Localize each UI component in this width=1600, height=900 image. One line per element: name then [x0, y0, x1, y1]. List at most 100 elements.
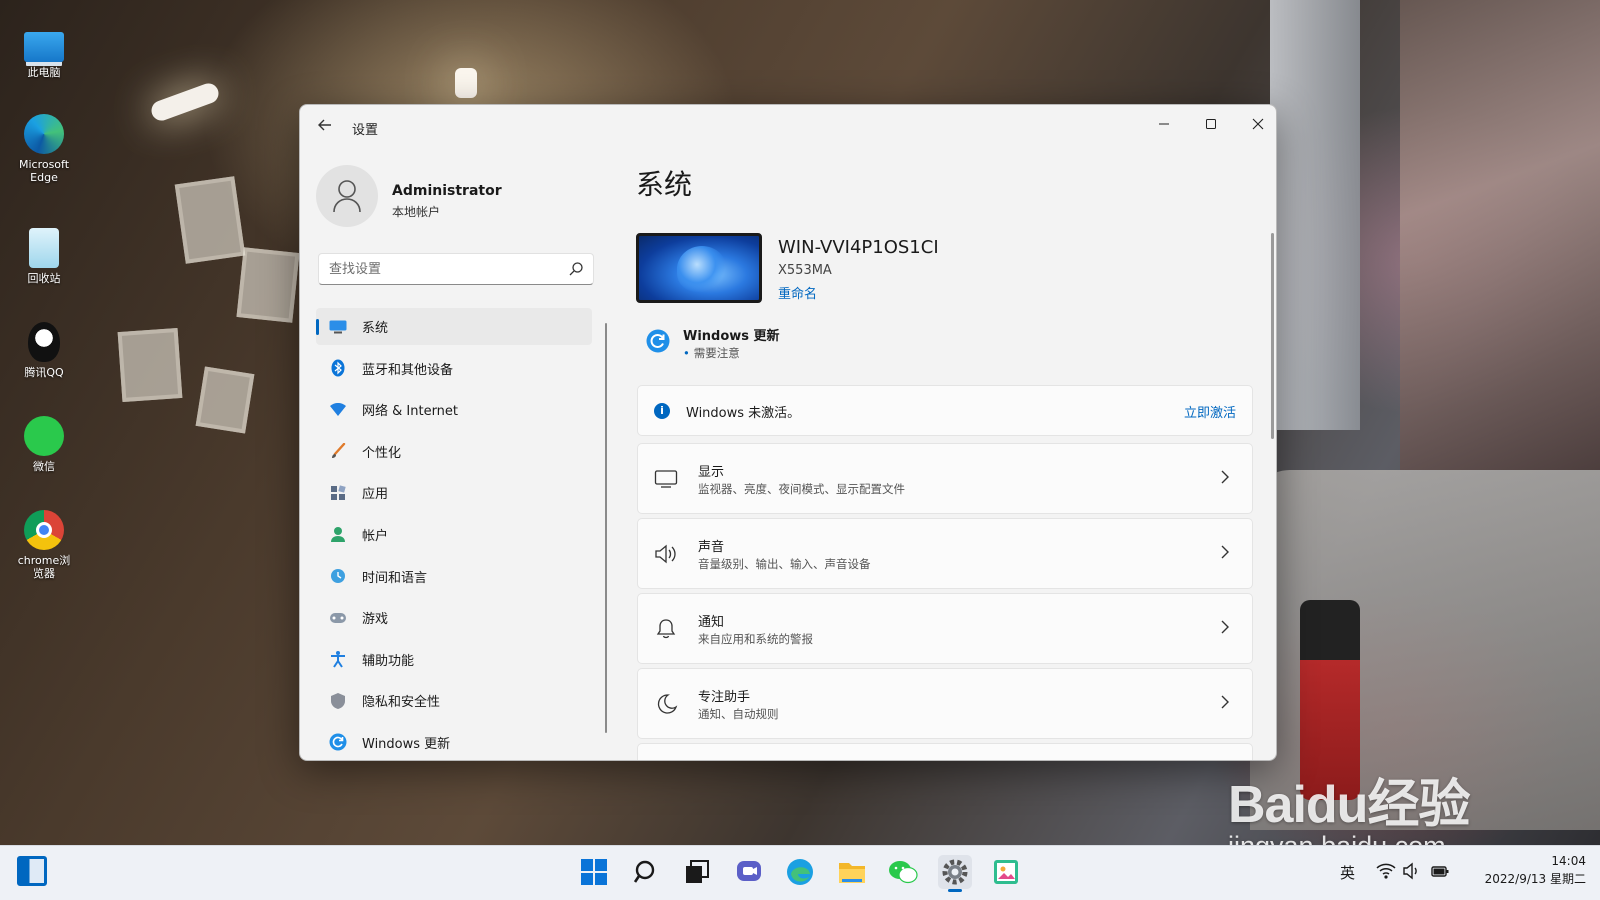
- card-subtitle: 监视器、亮度、夜间模式、显示配置文件: [698, 482, 905, 496]
- sidebar-item-label: 隐私和安全性: [362, 695, 441, 711]
- wallpaper-photo: [117, 327, 183, 403]
- sidebar-item-windows-update[interactable]: Windows 更新: [316, 724, 592, 760]
- desktop-icon-wechat[interactable]: 微信: [14, 416, 74, 473]
- settings-card-focus-assist[interactable]: 专注助手 通知、自动规则: [637, 668, 1253, 739]
- apps-icon: [328, 483, 348, 503]
- app-title: 设置: [352, 123, 379, 138]
- activate-now-link[interactable]: 立即激活: [1184, 402, 1236, 421]
- minimize-icon: [1159, 123, 1169, 125]
- maximize-icon: [1206, 119, 1216, 129]
- chrome-icon: [24, 510, 64, 550]
- settings-card-display[interactable]: 显示 监视器、亮度、夜间模式、显示配置文件: [637, 443, 1253, 514]
- sidebar-item-bluetooth[interactable]: 蓝牙和其他设备: [316, 350, 592, 387]
- sidebar-item-label: 个性化: [362, 445, 402, 461]
- rename-link[interactable]: 重命名: [778, 283, 817, 302]
- wifi-icon[interactable]: [1376, 861, 1396, 881]
- update-status-text: 需要注意: [693, 346, 740, 360]
- sidebar-item-label: Windows 更新: [362, 736, 451, 752]
- sidebar-item-time-language[interactable]: 时间和语言: [316, 558, 592, 595]
- personalize-icon: [328, 441, 348, 461]
- settings-card-notifications[interactable]: 通知 来自应用和系统的警报: [637, 593, 1253, 664]
- settings-card-sound[interactable]: 声音 音量级别、输出、输入、声音设备: [637, 518, 1253, 589]
- input-language-indicator[interactable]: 英: [1340, 862, 1355, 883]
- sidebar-item-system[interactable]: 系统: [316, 308, 592, 345]
- desktop-icon-label: 腾讯QQ: [24, 366, 64, 379]
- sidebar-item-privacy[interactable]: 隐私和安全性: [316, 682, 592, 719]
- file-explorer-icon: [839, 863, 865, 883]
- search-icon: [569, 262, 583, 276]
- sidebar-scrollbar[interactable]: [605, 323, 607, 733]
- settings-icon: [942, 859, 968, 885]
- close-button[interactable]: [1235, 109, 1276, 141]
- sidebar-item-personalization[interactable]: 个性化: [316, 433, 592, 470]
- taskbar-file-explorer[interactable]: [835, 855, 869, 889]
- taskbar-paint[interactable]: [989, 855, 1023, 889]
- time-language-icon: [328, 566, 348, 586]
- sidebar-item-network[interactable]: 网络 & Internet: [316, 391, 592, 428]
- back-arrow-icon: [318, 119, 331, 131]
- sidebar-item-gaming[interactable]: 游戏: [316, 599, 592, 636]
- system-icon: [328, 317, 348, 337]
- desktop-icon-label: 回收站: [27, 272, 61, 285]
- start-button[interactable]: [577, 855, 611, 889]
- sidebar-item-apps[interactable]: 应用: [316, 474, 592, 511]
- device-wallpaper-thumbnail: [636, 233, 762, 303]
- desktop-icon-this-pc[interactable]: 此电脑: [14, 26, 74, 79]
- search-input[interactable]: [318, 253, 594, 285]
- back-button[interactable]: [314, 117, 336, 139]
- sidebar-item-label: 游戏: [362, 612, 389, 628]
- sidebar-item-accessibility[interactable]: 辅助功能: [316, 641, 592, 678]
- card-subtitle: 通知、自动规则: [698, 707, 779, 721]
- sidebar-item-label: 应用: [362, 487, 389, 503]
- taskbar-edge[interactable]: [783, 855, 817, 889]
- wallpaper-photo: [195, 366, 255, 434]
- desktop-icon-label: Microsoft Edge: [18, 158, 70, 184]
- task-view-button[interactable]: [680, 855, 714, 889]
- system-clock[interactable]: 14:04 2022/9/13 星期二: [1468, 852, 1586, 888]
- desktop-icon-chrome[interactable]: chrome浏览器: [14, 510, 74, 580]
- settings-window: 设置 Administrator 本地帐户 系统 蓝牙和其他设备 网络: [299, 104, 1277, 761]
- user-profile[interactable]: Administrator 本地帐户: [316, 165, 606, 229]
- desktop-icon-edge[interactable]: Microsoft Edge: [14, 114, 74, 184]
- sidebar-item-label: 系统: [362, 321, 389, 336]
- chat-icon: [737, 861, 761, 881]
- title-bar[interactable]: 设置: [300, 105, 1276, 149]
- taskbar-search-button[interactable]: [629, 855, 663, 889]
- chat-button[interactable]: [732, 855, 766, 889]
- chevron-right-icon: [1220, 694, 1230, 713]
- windows-update-title[interactable]: Windows 更新: [683, 325, 780, 344]
- widgets-icon[interactable]: [17, 856, 47, 886]
- taskbar-settings[interactable]: [938, 855, 972, 892]
- sidebar-item-label: 蓝牙和其他设备: [362, 362, 454, 378]
- sidebar-item-label: 帐户: [362, 528, 389, 544]
- activation-banner: i Windows 未激活。 立即激活: [637, 385, 1253, 436]
- focus-assist-icon: [657, 694, 678, 714]
- watermark-logo: Baidu经验: [1228, 776, 1470, 834]
- avatar: [316, 165, 378, 227]
- edge-icon: [24, 114, 64, 154]
- minimize-button[interactable]: [1141, 109, 1187, 141]
- task-view-icon: [686, 860, 709, 883]
- battery-icon[interactable]: [1430, 861, 1450, 881]
- page-title: 系统: [636, 168, 693, 201]
- chevron-right-icon: [1220, 544, 1230, 563]
- card-title: 声音: [698, 540, 725, 555]
- volume-icon[interactable]: [1402, 861, 1422, 881]
- bluetooth-icon: [328, 358, 348, 378]
- accessibility-icon: [328, 649, 348, 669]
- desktop-icon-qq[interactable]: 腾讯QQ: [14, 322, 74, 379]
- settings-card-partial[interactable]: [637, 743, 1253, 760]
- chevron-right-icon: [1220, 469, 1230, 488]
- desktop-icon-label: 此电脑: [27, 66, 61, 79]
- qq-icon: [28, 322, 60, 362]
- desktop-icon-recycle-bin[interactable]: 回收站: [14, 228, 74, 285]
- taskbar-wechat[interactable]: [886, 855, 920, 889]
- close-icon: [1252, 118, 1264, 130]
- windows-update-icon[interactable]: [646, 329, 670, 353]
- privacy-icon: [328, 691, 348, 711]
- card-title: 显示: [698, 465, 725, 480]
- sidebar-item-accounts[interactable]: 帐户: [316, 516, 592, 553]
- content-scrollbar[interactable]: [1271, 233, 1274, 439]
- wallpaper-photo: [236, 247, 300, 323]
- maximize-button[interactable]: [1188, 109, 1234, 141]
